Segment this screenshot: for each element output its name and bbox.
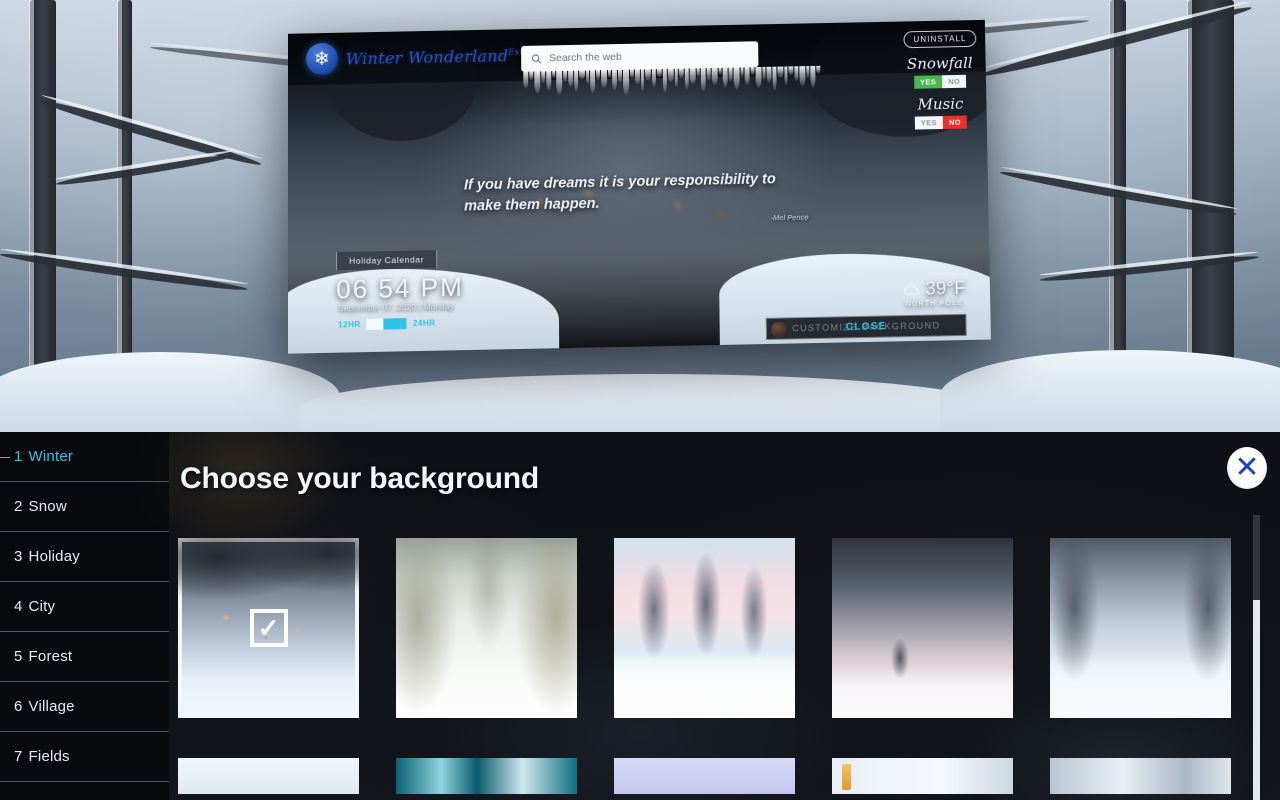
sidebar-item-snow[interactable]: 2 Snow [0,482,169,532]
search-input[interactable] [549,48,749,65]
sidebar-item-forest[interactable]: 5 Forest [0,632,169,682]
cloud-icon [902,282,920,296]
sidebar-item-label: Fields [28,748,70,765]
music-yes-option[interactable]: YES [914,116,944,130]
footer-sep: | [429,334,432,344]
sidebar-item-number: 7 [14,748,23,765]
thumbnail-pink-sunset-birches[interactable] [614,538,795,718]
thumbnail-snowy-country-road[interactable] [1050,538,1231,718]
brand-label: Winter Wonderland [345,46,509,69]
footer-link-terms-of-use[interactable]: Terms Of Use [501,332,547,342]
thumbnail-snowy-forest-path[interactable] [396,538,577,718]
sidebar-item-label: Holiday [28,548,80,565]
weather-widget[interactable]: 39°F NORTH POLE [902,278,966,308]
extension-preview-card: ❄ Winter WonderlandExt Search the web UN… [288,19,991,354]
time-format-toggle[interactable]: 12HR 24HR [338,317,435,330]
scrollbar-track[interactable] [1253,515,1260,800]
weather-temperature: 39°F [925,277,967,299]
snow-branch [38,96,263,170]
footer-link-contact-us[interactable]: Contact Us [385,335,422,345]
sidebar-item-label: Winter [28,448,74,465]
quote-text: If you have dreams it is your responsibi… [463,171,776,215]
scrollbar-thumb[interactable] [1253,600,1260,800]
snow-mound [300,374,1000,432]
snow-mound [0,352,340,432]
snowflake-icon: ❄ [305,42,338,76]
sidebar-item-number: 2 [14,498,23,515]
sidebar-item-number: 3 [14,548,23,565]
sidebar-item-number: 5 [14,648,23,665]
clock-time: 06 54 PM [336,271,464,305]
sidebar-item-number: 6 [14,698,23,715]
customize-background-bar[interactable]: CUSTOMIZE BACKGROUND CLOSE [765,313,967,341]
preview-controls: UNINSTALL Snowfall YES NO Music YES NO [903,28,977,130]
search-icon [531,53,542,64]
snow-mound [940,350,1280,432]
uninstall-button[interactable]: UNINSTALL [903,29,977,49]
thumbnail-row-2 [178,758,1250,794]
background-thumb-icon [770,321,788,338]
footer-sep: | [376,335,379,345]
weather-row: 39°F [902,278,966,300]
background-thumbnail-grid: ✓ [178,538,1250,800]
quote-author: -Mel Pence [770,212,809,223]
holiday-calendar-button[interactable]: Holiday Calendar [336,250,438,271]
footer-sep: | [492,333,495,343]
sidebar-item-fields[interactable]: 7 Fields [0,732,169,782]
thumbnail-row-1: ✓ [178,538,1250,718]
thumbnail-lavender-sky[interactable] [614,758,795,794]
format-12hr-label[interactable]: 12HR [338,320,361,330]
thumbnail-grey-snow-drift[interactable] [1050,758,1231,794]
footer-link-privacy-policy[interactable]: Privacy Policy [438,334,485,344]
sidebar-item-label: City [28,598,56,615]
sidebar-item-village[interactable]: 6 Village [0,682,169,732]
snowfall-yes-option[interactable]: YES [913,75,943,89]
brand-name: Winter WonderlandExt [346,46,524,68]
sidebar-item-number: 4 [14,598,23,615]
music-no-option[interactable]: NO [942,115,968,129]
category-sidebar: 1 Winter 2 Snow 3 Holiday 4 City 5 Fores… [0,432,169,800]
snow-branch [55,151,235,188]
weather-location: NORTH POLE [905,299,964,308]
sidebar-item-holiday[interactable]: 3 Holiday [0,532,169,582]
close-icon[interactable]: ✕ [1227,447,1267,489]
sidebar-item-winter[interactable]: 1 Winter [0,432,169,482]
customize-close-label[interactable]: CLOSE [846,321,887,333]
thumbnail-teal-ice-texture[interactable] [396,758,577,794]
music-toggle[interactable]: YES NO [905,115,977,130]
format-24hr-label[interactable]: 24HR [413,318,436,328]
selected-check-icon: ✓ [249,609,288,647]
thumbnail-lone-tree-misty-field[interactable] [832,538,1013,718]
sidebar-item-city[interactable]: 4 City [0,582,169,632]
sidebar-item-number: 1 [14,448,23,465]
music-label: Music [917,94,964,114]
thumbnail-golden-lantern-snow[interactable] [832,758,1013,794]
switch-knob [366,318,384,330]
snowfall-no-option[interactable]: NO [942,74,967,89]
time-format-switch[interactable] [366,318,407,330]
extension-preview-surface: ❄ Winter WonderlandExt Search the web UN… [288,19,991,354]
footer-link-about-us[interactable]: About Us [338,336,369,346]
active-dash-icon [0,456,10,458]
sidebar-item-label: Forest [28,648,73,665]
page-title: Choose your background [180,462,539,495]
snowfall-toggle[interactable]: YES NO [904,74,976,89]
thumbnail-snowy-city-street[interactable]: ✓ [178,538,359,718]
snowfall-label: Snowfall [906,53,973,73]
sidebar-item-label: Snow [28,498,67,515]
thumbnail-white-snow-field[interactable] [178,758,359,794]
sidebar-item-label: Village [28,698,75,715]
